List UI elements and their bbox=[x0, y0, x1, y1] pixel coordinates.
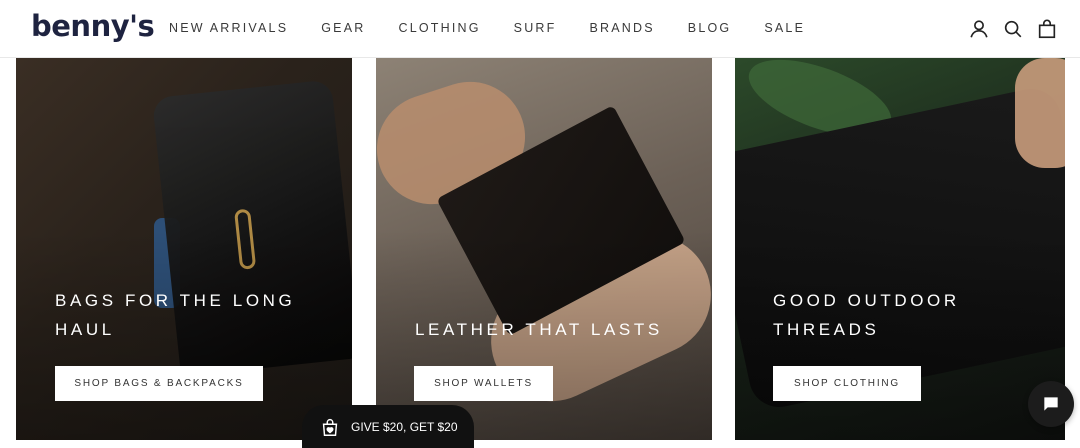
site-header: benny's NEW ARRIVALS GEAR CLOTHING SURF … bbox=[0, 0, 1080, 58]
referral-promo-label: GIVE $20, GET $20 bbox=[351, 419, 458, 434]
card-title: GOOD OUTDOOR THREADS bbox=[773, 291, 960, 339]
shop-bags-button[interactable]: SHOP BAGS & BACKPACKS bbox=[55, 366, 263, 401]
account-icon[interactable] bbox=[968, 18, 990, 40]
chat-icon bbox=[1044, 397, 1058, 411]
search-icon[interactable] bbox=[1002, 18, 1024, 40]
nav-surf[interactable]: SURF bbox=[514, 21, 557, 35]
chat-button[interactable] bbox=[1028, 381, 1074, 427]
promo-card-clothing[interactable]: GOOD OUTDOOR THREADS SHOP CLOTHING bbox=[735, 58, 1065, 440]
gift-bag-icon bbox=[319, 416, 341, 438]
shop-clothing-button[interactable]: SHOP CLOTHING bbox=[773, 366, 921, 401]
card-title: LEATHER THAT LASTS bbox=[415, 320, 663, 339]
header-icons bbox=[956, 18, 1058, 40]
nav-gear[interactable]: GEAR bbox=[321, 21, 365, 35]
cart-icon[interactable] bbox=[1036, 18, 1058, 40]
brand-logo[interactable]: benny's bbox=[31, 9, 155, 43]
nav-sale[interactable]: SALE bbox=[764, 21, 805, 35]
nav-clothing[interactable]: CLOTHING bbox=[398, 21, 480, 35]
referral-promo-tab[interactable]: GIVE $20, GET $20 bbox=[302, 405, 474, 448]
nav-brands[interactable]: BRANDS bbox=[590, 21, 655, 35]
promo-card-wallets[interactable]: LEATHER THAT LASTS SHOP WALLETS bbox=[376, 58, 712, 440]
shop-wallets-button[interactable]: SHOP WALLETS bbox=[414, 366, 553, 401]
promo-card-bags[interactable]: BAGS FOR THE LONG HAUL SHOP BAGS & BACKP… bbox=[16, 58, 352, 440]
nav-blog[interactable]: BLOG bbox=[688, 21, 732, 35]
nav-new-arrivals[interactable]: NEW ARRIVALS bbox=[169, 21, 288, 35]
main-nav: NEW ARRIVALS GEAR CLOTHING SURF BRANDS B… bbox=[169, 21, 805, 35]
card-title: BAGS FOR THE LONG HAUL bbox=[55, 291, 296, 339]
